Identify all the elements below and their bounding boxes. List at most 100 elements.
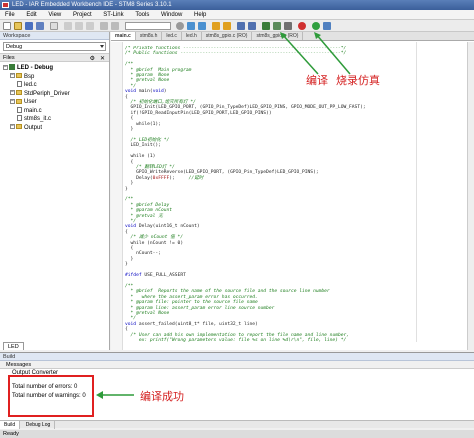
- collapse-toggle-icon[interactable]: −: [10, 124, 15, 130]
- file-tree: − LED - Debug − Bsp led.c − StdPeriph_Driver − U…: [0, 62, 109, 134]
- gear-icon[interactable]: ⚙: [90, 55, 95, 64]
- project-icon: [9, 64, 15, 71]
- tree-item[interactable]: − Output: [3, 124, 106, 133]
- make-icon[interactable]: [273, 22, 281, 30]
- undo-icon[interactable]: [100, 22, 108, 30]
- redo-icon[interactable]: [111, 22, 119, 30]
- code-view[interactable]: /* Private functions -------------------…: [125, 46, 455, 346]
- open-folder-icon[interactable]: [14, 22, 22, 30]
- menu-edit[interactable]: Edit: [21, 10, 41, 20]
- configuration-select[interactable]: Debug: [3, 42, 106, 51]
- compile-icon[interactable]: [262, 22, 270, 30]
- folder-icon: [16, 90, 22, 96]
- menu-st-link[interactable]: ST-Link: [98, 10, 128, 20]
- collapse-toggle-icon[interactable]: −: [3, 64, 8, 70]
- paste-icon[interactable]: [86, 22, 94, 30]
- folder-icon: [16, 124, 22, 130]
- editor-tab[interactable]: stm8s_gpio.c (RO): [202, 32, 253, 40]
- editor-tab[interactable]: led.c: [162, 32, 182, 40]
- toggle-bookmark-icon[interactable]: [212, 22, 220, 30]
- tree-item[interactable]: − StdPeriph_Driver: [3, 90, 106, 99]
- tree-item[interactable]: main.c: [3, 106, 106, 116]
- editor-tab[interactable]: stm8s_gpio.h (RO): [252, 32, 304, 40]
- status-bar: Ready: [0, 430, 474, 438]
- editor-gutter: [111, 42, 123, 350]
- menu-bar: File Edit View Project ST-Link Tools Win…: [0, 10, 474, 20]
- folder-icon: [16, 73, 22, 79]
- editor-tab[interactable]: main.c: [111, 32, 136, 40]
- messages-column-header: Messages: [0, 361, 474, 369]
- menu-file[interactable]: File: [0, 10, 20, 20]
- next-bookmark-icon[interactable]: [223, 22, 231, 30]
- file-icon: [17, 106, 22, 113]
- build-pane: Build Messages Output Converter Total nu…: [0, 352, 474, 429]
- tree-item-label: Output: [24, 124, 43, 131]
- menu-view[interactable]: View: [43, 10, 66, 20]
- editor-tab[interactable]: led.h: [182, 32, 202, 40]
- editor-tab[interactable]: stm8s.h: [136, 32, 163, 40]
- configuration-value: Debug: [6, 44, 23, 50]
- tree-item[interactable]: led.c: [3, 81, 106, 90]
- editor-pane: main.c stm8s.h led.c led.h stm8s_gpio.c (RO)…: [111, 32, 474, 350]
- save-icon[interactable]: [25, 22, 33, 30]
- highlight-box: [8, 375, 94, 417]
- file-icon: [17, 115, 22, 122]
- debug-without-download-icon[interactable]: [323, 22, 331, 30]
- menu-project[interactable]: Project: [68, 10, 97, 20]
- workspace-tab-led[interactable]: LED: [3, 342, 24, 350]
- annotation-compile: 编译: [306, 74, 328, 87]
- tree-item-label: led.c: [24, 82, 37, 88]
- close-icon[interactable]: ✕: [100, 55, 105, 64]
- tree-item-label: stm8s_it.c: [24, 116, 52, 122]
- menu-help[interactable]: Help: [189, 10, 211, 20]
- find-combo[interactable]: [125, 22, 171, 30]
- tab-build[interactable]: Build: [0, 421, 21, 429]
- find-next-icon[interactable]: [187, 22, 195, 30]
- search-icon[interactable]: [176, 22, 184, 30]
- folder-icon: [16, 98, 22, 104]
- file-icon: [17, 81, 22, 88]
- files-label: Files: [3, 55, 15, 61]
- print-icon[interactable]: [50, 22, 58, 30]
- app-icon: [2, 2, 9, 8]
- build-tabs: Build Debug Log: [0, 420, 474, 429]
- workspace-header: Workspace: [0, 32, 109, 40]
- toolbar: [0, 20, 474, 32]
- stop-build-icon[interactable]: [284, 22, 292, 30]
- tree-item[interactable]: − User: [3, 98, 106, 107]
- editor-tabs: main.c stm8s.h led.c led.h stm8s_gpio.c (RO)…: [111, 32, 474, 41]
- tree-item-label: StdPeriph_Driver: [24, 90, 70, 97]
- status-text: Ready: [3, 431, 19, 437]
- window-title: LED - IAR Embedded Workbench IDE - STM8 …: [12, 2, 172, 8]
- annotation-download-debug: 烧录仿真: [336, 74, 380, 87]
- cut-icon[interactable]: [64, 22, 72, 30]
- files-header: Files ⚙ ✕: [0, 53, 109, 62]
- copy-icon[interactable]: [75, 22, 83, 30]
- menu-window[interactable]: Window: [156, 10, 187, 20]
- tree-item-label: main.c: [24, 107, 42, 114]
- collapse-toggle-icon[interactable]: −: [10, 98, 15, 104]
- annotation-compile-success: 编译成功: [140, 390, 184, 403]
- save-all-icon[interactable]: [36, 22, 44, 30]
- tree-item-label: User: [24, 99, 37, 105]
- find-prev-icon[interactable]: [198, 22, 206, 30]
- navigate-back-icon[interactable]: [237, 22, 245, 30]
- menu-tools[interactable]: Tools: [130, 10, 154, 20]
- tree-item-label: Bsp: [24, 73, 35, 80]
- breakpoint-icon[interactable]: [298, 22, 306, 30]
- collapse-toggle-icon[interactable]: −: [10, 73, 15, 79]
- tree-item[interactable]: − Bsp: [3, 73, 106, 82]
- collapse-toggle-icon[interactable]: −: [10, 90, 15, 96]
- build-header: Build: [0, 353, 474, 361]
- vertical-scrollbar[interactable]: [467, 42, 474, 350]
- download-and-debug-icon[interactable]: [312, 22, 320, 30]
- navigate-forward-icon[interactable]: [248, 22, 256, 30]
- tree-item[interactable]: − LED - Debug: [3, 64, 106, 73]
- chevron-down-icon: [100, 45, 104, 48]
- tree-item[interactable]: stm8s_it.c: [3, 115, 106, 124]
- workspace-pane: Workspace Debug Files ⚙ ✕ − LED - Debug − B…: [0, 32, 110, 350]
- title-bar: LED - IAR Embedded Workbench IDE - STM8 …: [0, 0, 474, 10]
- tree-item-label: LED - Debug: [17, 65, 53, 71]
- tab-debug-log[interactable]: Debug Log: [22, 421, 56, 429]
- new-file-icon[interactable]: [3, 22, 11, 30]
